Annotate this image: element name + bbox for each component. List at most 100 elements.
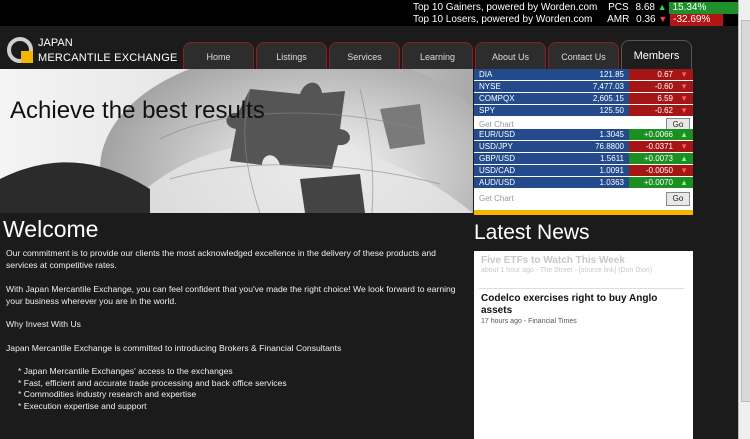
fx-change-cell: +0.0073 ▲ <box>629 153 693 164</box>
fx-value: 1.3045 <box>599 130 624 139</box>
losers-symbol: AMR <box>607 14 630 25</box>
scrollbar-thumb[interactable] <box>741 20 750 402</box>
news-item: Five ETFs to Watch This Week about 1 hou… <box>481 255 687 275</box>
quote-change: 6.59 <box>657 94 673 103</box>
top-ticker: Top 10 Gainers, powered by Worden.com PC… <box>0 0 750 26</box>
arrow-down-icon: ▼ <box>658 14 668 24</box>
nav-about-us[interactable]: About Us <box>475 42 546 70</box>
puzzle-image <box>0 69 473 213</box>
quote-change-cell: -0.60 ▼ <box>629 81 693 92</box>
nav-contact-us[interactable]: Contact Us <box>548 42 619 70</box>
fx-change-cell: +0.0070 ▲ <box>629 177 693 188</box>
fx-change: +0.0066 <box>643 130 673 139</box>
gainers-symbol: PCS <box>608 2 629 13</box>
fx-row[interactable]: GBP/USD 1.5611 +0.0073 ▲ <box>474 153 693 164</box>
fx-row[interactable]: AUD/USD 1.0363 +0.0070 ▲ <box>474 177 693 188</box>
chart-lookup-input[interactable]: Get Chart <box>479 193 659 204</box>
fx-symbol: AUD/USD <box>479 178 516 187</box>
arrow-up-icon: ▲ <box>680 130 688 139</box>
quote-symbol: COMPQX <box>479 94 515 103</box>
fx-row[interactable]: USD/JPY 76.8800 -0.0371 ▼ <box>474 141 693 152</box>
quote-row[interactable]: SPY 125.50 -0.62 ▼ <box>474 105 693 116</box>
news-headline[interactable]: Five ETFs to Watch This Week <box>481 255 687 266</box>
fx-row[interactable]: EUR/USD 1.3045 +0.0066 ▲ <box>474 129 693 140</box>
losers-label[interactable]: Top 10 Losers, powered by Worden.com <box>413 14 592 25</box>
quote-value: 121.85 <box>599 70 624 79</box>
quote-change: -0.62 <box>654 106 673 115</box>
fx-symbol: USD/JPY <box>479 142 513 151</box>
fx-change: -0.0371 <box>645 142 673 151</box>
hero-banner: Achieve the best results <box>0 69 473 213</box>
arrow-down-icon: ▼ <box>680 94 688 103</box>
arrow-down-icon: ▼ <box>680 82 688 91</box>
news-headline[interactable]: Codelco exercises right to buy Anglo ass… <box>481 293 687 317</box>
quote-value: 2,605.15 <box>592 94 624 103</box>
chart-lookup-go-button[interactable]: Go <box>666 192 690 206</box>
fx-value: 76.8800 <box>595 142 624 151</box>
arrow-up-icon: ▲ <box>680 178 688 187</box>
quote-change-cell: 6.59 ▼ <box>629 93 693 104</box>
why-invest-heading: Why Invest With Us <box>6 319 81 329</box>
quote-row[interactable]: COMPQX 2,605.15 6.59 ▼ <box>474 93 693 104</box>
logo-text-line1: JAPAN <box>38 37 73 49</box>
nav-home[interactable]: Home <box>183 42 254 70</box>
gainers-label[interactable]: Top 10 Gainers, powered by Worden.com <box>413 2 597 13</box>
fx-change-cell: -0.0050 ▼ <box>629 165 693 176</box>
nav-listings[interactable]: Listings <box>256 42 327 70</box>
arrow-down-icon: ▼ <box>680 166 688 175</box>
quote-change-cell: -0.62 ▼ <box>629 105 693 116</box>
news-panel: Five ETFs to Watch This Week about 1 hou… <box>474 251 693 439</box>
quote-value: 7,477.03 <box>592 82 624 91</box>
fx-row[interactable]: USD/CAD 1.0091 -0.0050 ▼ <box>474 165 693 176</box>
welcome-paragraph-3: Japan Mercantile Exchange is committed t… <box>6 343 342 353</box>
quote-change: 0.67 <box>657 70 673 79</box>
news-meta: about 1 hour ago - The Street - [source … <box>481 267 653 274</box>
quote-value: 125.50 <box>599 106 624 115</box>
list-item: Execution expertise and support <box>18 401 287 413</box>
fx-change-cell: -0.0371 ▼ <box>629 141 693 152</box>
quote-row[interactable]: DIA 121.85 0.67 ▼ <box>474 69 693 80</box>
welcome-paragraph-1: Our commitment is to provide our clients… <box>6 248 436 270</box>
fx-value: 1.5611 <box>600 154 624 163</box>
gainers-row[interactable]: Top 10 Gainers, powered by Worden.com PC… <box>413 1 747 14</box>
vertical-scrollbar[interactable] <box>738 0 750 439</box>
losers-row[interactable]: Top 10 Losers, powered by Worden.com AMR… <box>413 13 724 26</box>
quote-symbol: SPY <box>479 106 496 115</box>
quote-change-cell: 0.67 ▼ <box>629 69 693 80</box>
nav-learning[interactable]: Learning <box>402 42 473 70</box>
fx-change: -0.0050 <box>645 166 673 175</box>
list-item: Commodities industry research and expert… <box>18 389 287 401</box>
losers-change: -32.69% <box>670 14 724 26</box>
arrow-up-icon: ▲ <box>657 2 667 12</box>
list-item: Japan Mercantile Exchanges' access to th… <box>18 366 287 378</box>
widget-accent-bar <box>474 210 693 215</box>
losers-value: 0.36 <box>636 14 656 25</box>
fx-value: 1.0091 <box>599 166 624 175</box>
arrow-down-icon: ▼ <box>680 106 688 115</box>
hero-title: Achieve the best results <box>10 97 265 124</box>
gainers-value: 8.68 <box>635 2 655 13</box>
nav-members[interactable]: Members <box>621 40 692 70</box>
chart-lookup: Get Chart Go <box>474 192 693 206</box>
logo-text-line2: MERCANTILE EXCHANGE <box>38 52 178 64</box>
welcome-title: Welcome <box>3 216 99 242</box>
arrow-up-icon: ▲ <box>680 154 688 163</box>
quote-symbol: DIA <box>479 70 493 79</box>
quote-row[interactable]: NYSE 7,477.03 -0.60 ▼ <box>474 81 693 92</box>
arrow-down-icon: ▼ <box>680 70 688 79</box>
fx-symbol: USD/CAD <box>479 166 516 175</box>
nav-services[interactable]: Services <box>329 42 400 70</box>
welcome-paragraph-2: With Japan Mercantile Exchange, you can … <box>6 284 456 306</box>
news-item: Codelco exercises right to buy Anglo ass… <box>481 293 687 325</box>
market-widget: DIA 121.85 0.67 ▼ NYSE 7,477.03 -0.60 ▼ CO… <box>474 69 693 214</box>
quote-symbol: NYSE <box>479 82 501 91</box>
fx-change: +0.0073 <box>643 154 673 163</box>
logo-icon[interactable] <box>6 36 34 64</box>
latest-news-title: Latest News <box>474 221 590 244</box>
list-item: Fast, efficient and accurate trade proce… <box>18 378 287 390</box>
arrow-down-icon: ▼ <box>680 142 688 151</box>
news-meta: 17 hours ago - Financial Times <box>481 318 577 325</box>
fx-symbol: GBP/USD <box>479 154 516 163</box>
benefits-list: Japan Mercantile Exchanges' access to th… <box>18 366 287 412</box>
news-divider <box>479 288 684 289</box>
